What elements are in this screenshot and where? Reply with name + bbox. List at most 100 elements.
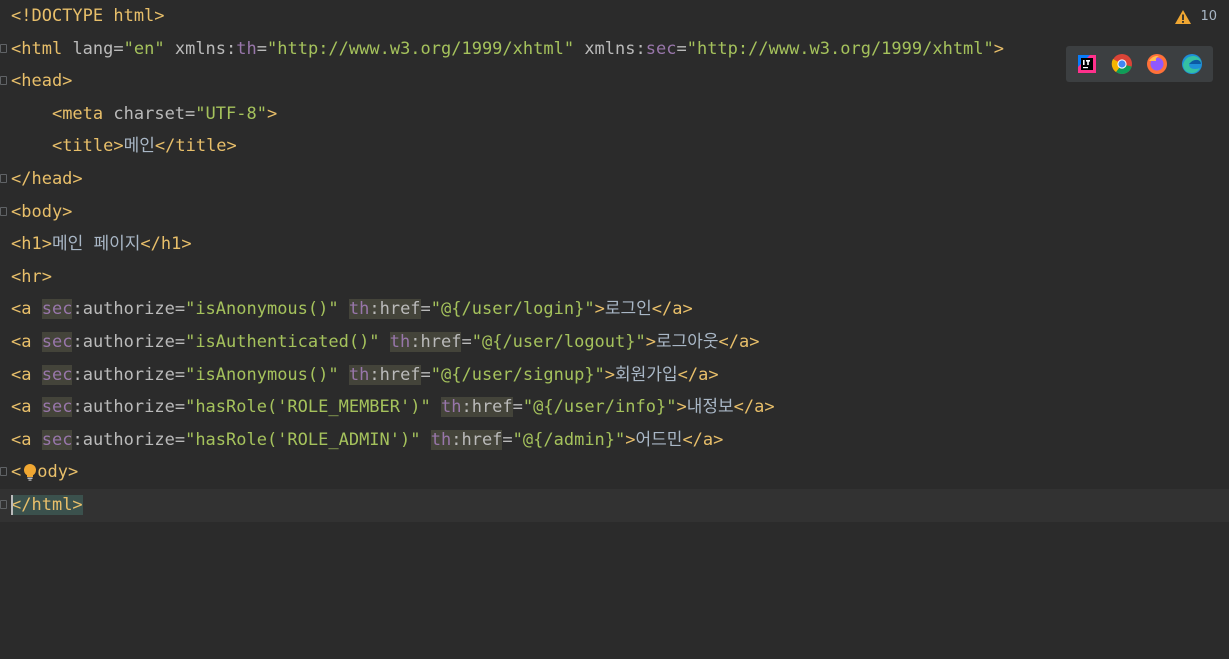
token: "hasRole('ROLE_ADMIN')" bbox=[185, 429, 421, 450]
code-line-8: <h1>메인 페이지</h1> bbox=[0, 228, 1229, 261]
code-line-9: <hr> bbox=[0, 261, 1229, 294]
token: authorize bbox=[82, 429, 175, 450]
token: 로그인 bbox=[604, 299, 652, 320]
code-content[interactable]: <!DOCTYPE html> <html lang="en" xmlns:th… bbox=[0, 0, 1229, 522]
token: xmlns bbox=[584, 38, 636, 59]
token: href bbox=[461, 429, 503, 450]
code-line-10: <a sec:authorize="isAnonymous()" th:href… bbox=[11, 299, 693, 320]
fold-marker-icon[interactable] bbox=[0, 173, 7, 183]
token: 회원가입 bbox=[615, 364, 678, 385]
token: <hr> bbox=[11, 266, 52, 287]
token: <head> bbox=[11, 71, 73, 92]
token: 내정보 bbox=[686, 397, 734, 418]
token: th bbox=[389, 331, 411, 352]
code-line-12: <a sec:authorize="isAnonymous()" th:href… bbox=[11, 364, 719, 385]
code-line-2: <html lang="en" xmlns:th="http://www.w3.… bbox=[0, 33, 1229, 66]
token: <a bbox=[11, 397, 32, 418]
token: 어드민 bbox=[635, 429, 683, 450]
token: xmlns bbox=[174, 38, 227, 59]
token: "en" bbox=[123, 38, 165, 59]
token: "hasRole('ROLE_MEMBER')" bbox=[185, 397, 431, 418]
token: charset bbox=[113, 103, 186, 124]
token: </title> bbox=[154, 136, 237, 157]
lightbulb-icon[interactable] bbox=[22, 463, 38, 482]
token: > bbox=[604, 364, 616, 385]
token: sec bbox=[41, 331, 73, 352]
token: "http://www.w3.org/1999/xhtml" bbox=[267, 38, 575, 59]
code-line-14: <a sec:authorize="hasRole('ROLE_ADMIN')"… bbox=[11, 429, 724, 450]
token: </a> bbox=[682, 429, 724, 450]
token: "@{/user/login}" bbox=[430, 299, 595, 320]
token: > bbox=[625, 429, 636, 450]
token: > bbox=[993, 38, 1005, 59]
token: th bbox=[430, 429, 452, 450]
token: <body> bbox=[11, 201, 73, 222]
token: <a bbox=[11, 429, 32, 450]
fold-marker-icon[interactable] bbox=[0, 467, 7, 477]
token: authorize bbox=[82, 299, 175, 320]
token: "@{/user/logout}" bbox=[471, 331, 646, 352]
fold-marker-icon[interactable] bbox=[0, 499, 7, 509]
token: "isAuthenticated()" bbox=[185, 331, 380, 352]
code-line-15: < ody> bbox=[0, 456, 1229, 489]
token: > bbox=[676, 397, 687, 418]
token: sec bbox=[645, 38, 677, 59]
code-line-3: <head> bbox=[0, 65, 1229, 98]
token: href bbox=[379, 364, 421, 385]
token: sec bbox=[41, 299, 73, 320]
token: "isAnonymous()" bbox=[185, 299, 339, 320]
code-line-7: <body> bbox=[0, 196, 1229, 229]
token: </h1> bbox=[140, 234, 192, 255]
token: <title> bbox=[51, 136, 124, 157]
token: th bbox=[348, 299, 370, 320]
token: ody> bbox=[37, 462, 79, 483]
code-line-1: <!DOCTYPE html> bbox=[0, 0, 1229, 33]
token: < bbox=[11, 462, 22, 483]
code-line-6: </head> bbox=[0, 163, 1229, 196]
token: > bbox=[594, 299, 605, 320]
code-line-13: <a sec:authorize="hasRole('ROLE_MEMBER')… bbox=[11, 397, 775, 418]
token: sec bbox=[41, 364, 73, 385]
token: authorize bbox=[82, 331, 175, 352]
token: sec bbox=[41, 429, 73, 450]
code-line-4: <meta charset="UTF-8"> bbox=[51, 103, 278, 124]
token: "@{/user/signup}" bbox=[430, 364, 605, 385]
token: <meta bbox=[51, 103, 104, 124]
code-line-5: <title>메인</title> bbox=[0, 130, 1229, 163]
token: </a> bbox=[718, 331, 760, 352]
token: href bbox=[420, 331, 462, 352]
token: "http://www.w3.org/1999/xhtml" bbox=[686, 38, 994, 59]
token: <a bbox=[11, 364, 32, 385]
token: "isAnonymous()" bbox=[185, 364, 339, 385]
token: <h1> bbox=[11, 234, 52, 255]
token: "UTF-8" bbox=[195, 103, 267, 124]
token: th bbox=[440, 397, 462, 418]
token: > bbox=[645, 331, 656, 352]
token: </a> bbox=[677, 364, 719, 385]
token: 메인 페이지 bbox=[51, 234, 141, 255]
token: th bbox=[348, 364, 370, 385]
fold-marker-icon[interactable] bbox=[0, 206, 7, 216]
token: > bbox=[266, 103, 278, 124]
token: "@{/admin}" bbox=[512, 429, 626, 450]
token: authorize bbox=[82, 364, 175, 385]
token: <html bbox=[11, 38, 63, 59]
doctype-token: <!DOCTYPE html> bbox=[11, 6, 165, 26]
token: "@{/user/info}" bbox=[522, 397, 677, 418]
token: 로그아웃 bbox=[655, 331, 719, 352]
code-editor[interactable]: 10 <!DOCTYPE html> <html lang="en" xmlns… bbox=[0, 0, 1229, 659]
text-caret bbox=[11, 494, 13, 515]
token: th bbox=[236, 38, 257, 59]
token: </a> bbox=[651, 299, 693, 320]
token: <a bbox=[11, 331, 32, 352]
fold-marker-icon[interactable] bbox=[0, 43, 7, 53]
token: </a> bbox=[733, 397, 775, 418]
token: 메인 bbox=[123, 136, 155, 157]
fold-marker-icon[interactable] bbox=[0, 76, 7, 86]
token: lang bbox=[72, 38, 114, 59]
code-line-11: <a sec:authorize="isAuthenticated()" th:… bbox=[11, 331, 760, 352]
code-line-16: </html> bbox=[0, 488, 1229, 522]
token: href bbox=[471, 397, 513, 418]
token: href bbox=[379, 299, 421, 320]
token: sec bbox=[41, 397, 73, 418]
